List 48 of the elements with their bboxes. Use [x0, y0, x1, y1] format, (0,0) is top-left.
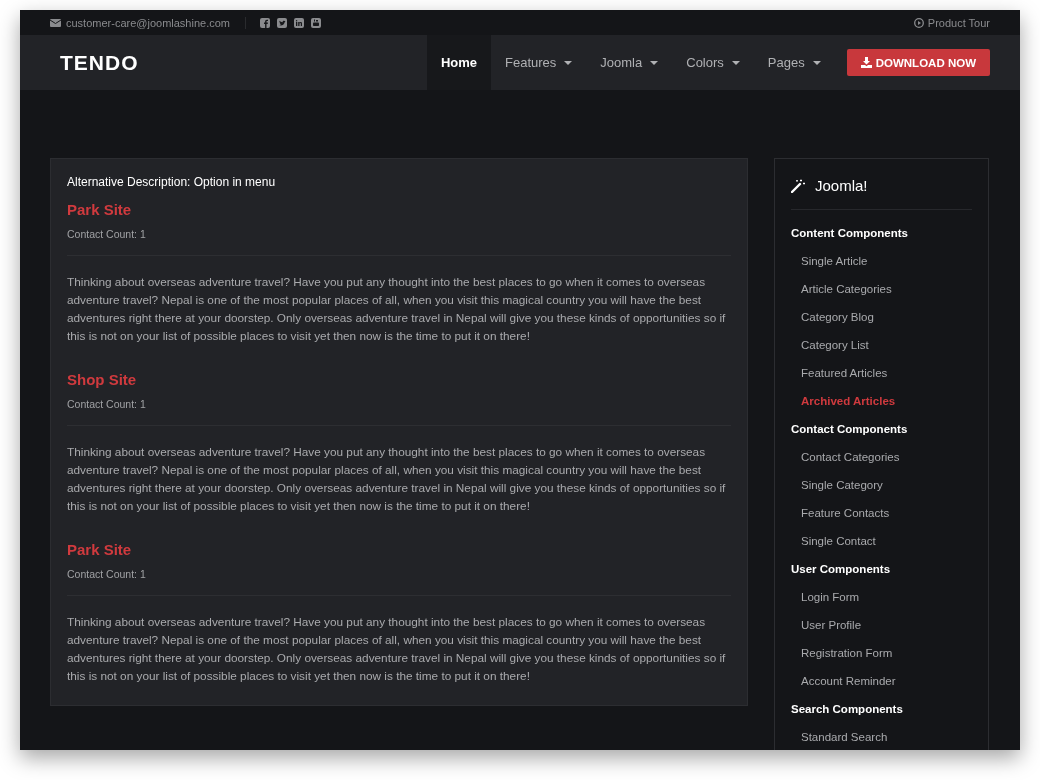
sidebar-menu-item[interactable]: Login Form — [791, 583, 972, 611]
page-heading: Alternative Description: Option in menu — [67, 175, 277, 189]
caret-icon — [731, 60, 740, 65]
youtube-icon[interactable] — [311, 17, 321, 28]
menu-group-heading: User Components — [791, 562, 892, 577]
sidebar-menu-item[interactable]: Contact Categories — [791, 443, 972, 471]
nav-item[interactable]: Features — [491, 35, 587, 90]
sidebar-menu-item[interactable]: Archived Articles — [791, 387, 972, 415]
sidebar-title: Joomla! — [815, 177, 868, 194]
sidebar-menu-item[interactable]: Account Reminder — [791, 667, 972, 695]
nav-item[interactable]: Home — [426, 35, 491, 90]
sidebar-menu-item[interactable]: Single Article — [791, 247, 972, 275]
sidebar-menu-item[interactable]: Standard Search — [791, 723, 972, 750]
sidebar-menu-item[interactable]: Feature Contacts — [791, 499, 972, 527]
email-link[interactable]: customer-care@joomlashine.com — [66, 16, 230, 29]
download-icon — [860, 57, 872, 68]
logo[interactable]: TENDO — [60, 50, 139, 75]
nav-item[interactable]: Joomla — [586, 35, 673, 90]
menu-group-heading: Search Components — [791, 702, 904, 717]
sidebar-menu-item[interactable]: Featured Articles — [791, 359, 972, 387]
sidebar-menu-item[interactable]: Category List — [791, 331, 972, 359]
twitter-icon[interactable] — [277, 17, 287, 28]
nav-item[interactable]: Pages — [753, 35, 835, 90]
caret-icon — [564, 60, 573, 65]
nav-item[interactable]: Colors — [672, 35, 754, 90]
sidebar-menu-item[interactable]: User Profile — [791, 611, 972, 639]
menu-group-heading: Contact Components — [791, 422, 909, 437]
contact-count: Contact Count: 1 — [67, 568, 147, 580]
mail-icon — [50, 18, 61, 27]
product-tour-link[interactable]: Product Tour — [913, 16, 990, 29]
menu-group-heading: Content Components — [791, 226, 909, 241]
sidebar-menu-item[interactable]: Single Category — [791, 471, 972, 499]
contact-description: Thinking about overseas adventure travel? Have you put any thought into the best places to go when it comes to overseas adventure travel? Nepal is one of the most popular places of all, when you visit this magical country you will have the best adventures right there at your doorstep. Only overseas adventure travel in Nepal will give you these kinds of opportunities so if this is not on your list of possible places to visit yet then now is the time to put it on there! — [67, 444, 727, 515]
contact-description: Thinking about overseas adventure travel? Have you put any thought into the best places to go when it comes to overseas adventure travel? Nepal is one of the most popular places of all, when you visit this magical country you will have the best adventures right there at your doorstep. Only overseas adventure travel in Nepal will give you these kinds of opportunities so if this is not on your list of possible places to visit yet then now is the time to put it on there! — [67, 614, 727, 685]
linkedin-icon[interactable] — [294, 17, 304, 28]
caret-icon — [812, 60, 821, 65]
facebook-icon[interactable] — [260, 17, 270, 28]
sidebar-menu-item[interactable]: Single Contact — [791, 527, 972, 555]
sidebar-menu-item[interactable]: Article Categories — [791, 275, 972, 303]
magic-wand-icon — [791, 178, 805, 193]
contact-count: Contact Count: 1 — [67, 398, 147, 410]
sidebar-menu-item[interactable]: Category Blog — [791, 303, 972, 331]
contact-count: Contact Count: 1 — [67, 228, 147, 240]
download-button[interactable]: DOWNLOAD NOW — [846, 49, 990, 76]
caret-icon — [650, 60, 659, 65]
contact-description: Thinking about overseas adventure travel? Have you put any thought into the best places to go when it comes to overseas adventure travel? Nepal is one of the most popular places of all, when you visit this magical country you will have the best adventures right there at your doorstep. Only overseas adventure travel in Nepal will give you these kinds of opportunities so if this is not on your list of possible places to visit yet then now is the time to put it on there! — [67, 274, 727, 345]
play-icon — [913, 17, 924, 28]
sidebar-menu-item[interactable]: Registration Form — [791, 639, 972, 667]
